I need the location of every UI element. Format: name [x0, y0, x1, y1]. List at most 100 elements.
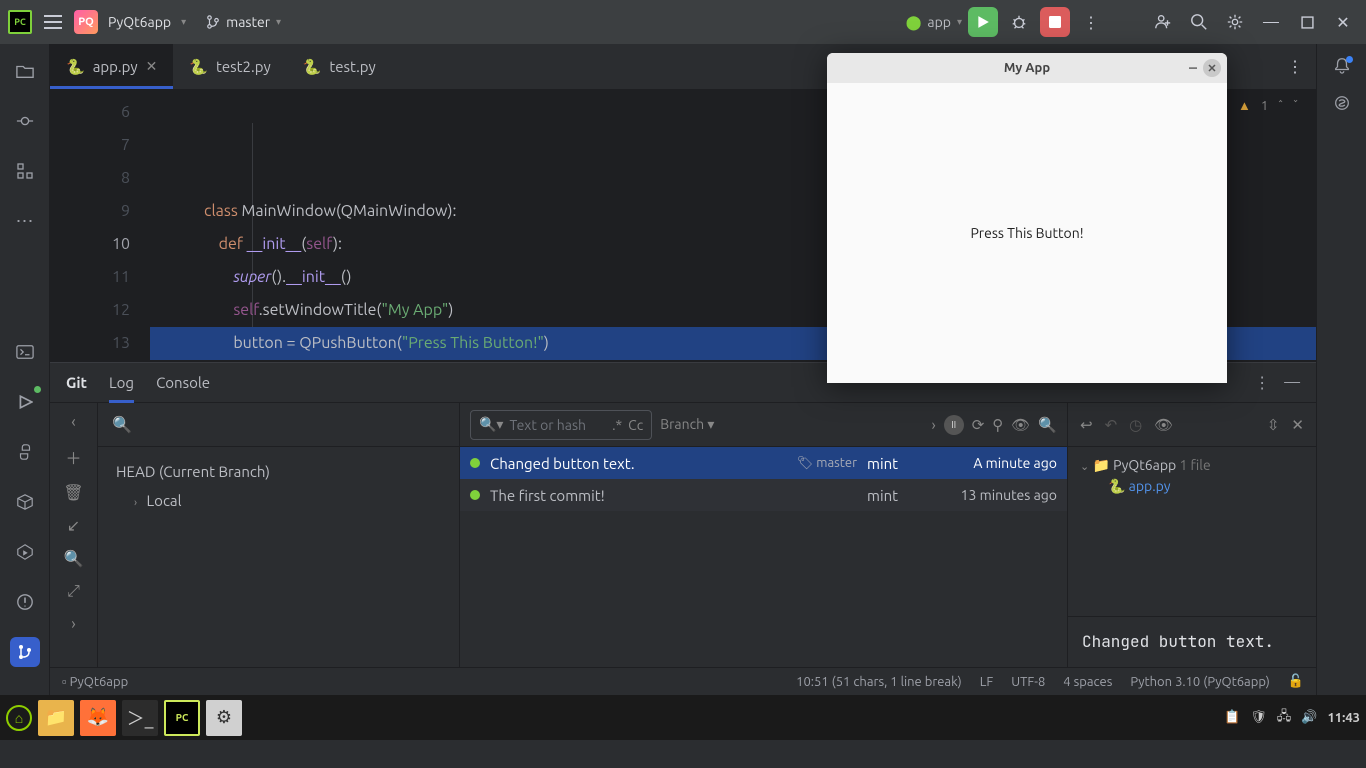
run-button[interactable] — [968, 7, 998, 37]
commit-list: Changed button text.🏷 mastermintA minute… — [460, 447, 1067, 667]
git-tab-console[interactable]: Console — [156, 363, 210, 402]
stop-button[interactable] — [1040, 7, 1070, 37]
code-with-me-button[interactable] — [1148, 7, 1178, 37]
project-name[interactable]: PyQt6app — [108, 14, 171, 30]
regex-toggle[interactable]: .* — [612, 417, 622, 433]
go-to-icon[interactable]: › — [931, 416, 935, 433]
python-file-icon: 🐍 — [303, 58, 322, 76]
notifications-icon[interactable] — [1333, 56, 1351, 74]
settings-app-icon[interactable]: ⚙ — [206, 700, 242, 736]
window-maximize-button[interactable] — [1292, 7, 1322, 37]
find-commit-icon[interactable]: 🔍 — [1038, 416, 1057, 434]
vcs-branch-widget[interactable]: master ▾ — [206, 14, 281, 30]
fetch-icon[interactable]: ↙ — [67, 516, 80, 535]
find-icon[interactable]: 🔍 — [64, 549, 84, 568]
tray-volume-icon[interactable]: 🔊 — [1301, 710, 1317, 725]
editor-tab-app[interactable]: 🐍 app.py ✕ — [50, 44, 173, 89]
status-project[interactable]: ▫ PyQt6app — [62, 674, 128, 689]
pycharm-app-icon[interactable]: PC — [164, 700, 200, 736]
commit-node-icon — [470, 490, 480, 500]
run-tool-icon[interactable] — [10, 387, 40, 417]
git-tab-log[interactable]: Log — [109, 363, 134, 402]
commit-tool-icon[interactable] — [10, 106, 40, 136]
expand-icon[interactable]: ⤢ — [67, 582, 80, 601]
problems-tool-icon[interactable] — [10, 587, 40, 617]
preview-icon[interactable]: 👁 — [1154, 416, 1173, 434]
commit-search-input[interactable]: 🔍▾ Text or hash .* Cc — [470, 410, 652, 440]
run-config-selector[interactable]: ⬤ app ▾ — [906, 14, 962, 31]
status-eol[interactable]: LF — [980, 675, 993, 689]
status-interpreter[interactable]: Python 3.10 (PyQt6app) — [1130, 675, 1269, 689]
debug-button[interactable] — [1004, 7, 1034, 37]
git-options-icon[interactable]: ⋮ — [1254, 373, 1270, 392]
revert-icon[interactable]: ↪ — [1080, 416, 1093, 434]
app-window-titlebar[interactable]: My App – ✕ — [827, 53, 1227, 83]
editor-tab-test2[interactable]: 🐍 test2.py — [173, 44, 286, 89]
changed-file[interactable]: 🐍 app.py — [1080, 474, 1304, 499]
more-actions-button[interactable]: ⋮ — [1076, 7, 1106, 37]
next-highlight-icon[interactable]: ˇ — [1293, 99, 1298, 113]
commit-row[interactable]: Changed button text.🏷 mastermintA minute… — [460, 447, 1067, 479]
git-tab-git[interactable]: Git — [66, 363, 87, 402]
tray-shield-icon[interactable]: 🛡 — [1250, 710, 1267, 725]
eye-icon[interactable]: 👁 — [1011, 416, 1030, 434]
status-indent[interactable]: 4 spaces — [1063, 675, 1112, 689]
running-app-window[interactable]: My App – ✕ Press This Button! — [827, 53, 1227, 383]
tray-network-icon[interactable]: 🖧 — [1277, 707, 1292, 729]
history-icon[interactable]: ◷ — [1129, 416, 1142, 434]
terminal-tool-icon[interactable] — [10, 337, 40, 367]
branch-local[interactable]: › Local — [112, 486, 445, 515]
window-close-button[interactable]: ✕ — [1328, 7, 1358, 37]
editor-tab-test[interactable]: 🐍 test.py — [287, 44, 392, 89]
refresh-icon[interactable]: ⟳ — [972, 416, 985, 434]
settings-button[interactable] — [1220, 7, 1250, 37]
terminal-app-icon[interactable]: ＞_ — [122, 700, 158, 736]
files-app-icon[interactable]: 📁 — [38, 700, 74, 736]
more-tools-icon[interactable]: ⋯ — [10, 206, 40, 236]
tab-actions-button[interactable]: ⋮ — [1280, 52, 1310, 82]
tray-clock[interactable]: 11:43 — [1327, 711, 1360, 725]
search-icon[interactable]: 🔍 — [112, 415, 132, 434]
app-window-close-icon[interactable]: ✕ — [1203, 59, 1221, 77]
start-menu-icon[interactable]: ⌂ — [6, 705, 32, 731]
forward-icon[interactable]: › — [71, 615, 76, 633]
close-tab-button[interactable]: ✕ — [146, 58, 158, 75]
git-tool-icon[interactable] — [10, 637, 40, 667]
inspections-widget[interactable]: ▲ 1 ˆ ˇ — [1238, 98, 1298, 113]
app-window-body: Press This Button! — [827, 83, 1227, 383]
commit-row[interactable]: The first commit!mint13 minutes ago — [460, 479, 1067, 511]
structure-tool-icon[interactable] — [10, 156, 40, 186]
undo-icon[interactable]: ↶ — [1105, 416, 1118, 434]
app-push-button[interactable]: Press This Button! — [970, 225, 1083, 241]
warning-count: 1 — [1261, 99, 1268, 113]
packages-tool-icon[interactable] — [10, 487, 40, 517]
branch-tag: 🏷 master — [797, 456, 857, 471]
prev-highlight-icon[interactable]: ˆ — [1278, 99, 1283, 113]
app-window-minimize-icon[interactable]: – — [1189, 59, 1197, 77]
branch-filter[interactable]: Branch ▾ — [660, 416, 714, 433]
back-icon[interactable]: ‹ — [71, 413, 76, 431]
app-window-title: My App — [1004, 61, 1050, 75]
project-tool-icon[interactable] — [10, 56, 40, 86]
delete-icon[interactable]: 🗑 — [63, 483, 83, 502]
new-branch-icon[interactable]: ＋ — [65, 445, 81, 469]
lock-icon[interactable]: 🔓 — [1288, 674, 1304, 689]
git-hide-icon[interactable]: — — [1284, 373, 1300, 392]
ai-assistant-icon[interactable] — [1333, 94, 1351, 112]
pause-icon[interactable]: II — [944, 415, 964, 435]
search-everywhere-button[interactable] — [1184, 7, 1214, 37]
status-position[interactable]: 10:51 (51 chars, 1 line break) — [796, 675, 962, 689]
python-console-tool-icon[interactable] — [10, 437, 40, 467]
main-menu-button[interactable] — [38, 7, 68, 37]
window-minimize-button[interactable]: — — [1256, 7, 1286, 37]
firefox-app-icon[interactable]: 🦊 — [80, 700, 116, 736]
match-case-toggle[interactable]: Cc — [628, 417, 643, 433]
changed-files-root[interactable]: ⌄ 📁 PyQt6app 1 file — [1080, 457, 1304, 474]
services-tool-icon[interactable] — [10, 537, 40, 567]
tray-clipboard-icon[interactable]: 📋 — [1224, 710, 1240, 725]
close-details-icon[interactable]: ✕ — [1291, 416, 1304, 434]
status-encoding[interactable]: UTF-8 — [1011, 675, 1045, 689]
cherry-pick-icon[interactable]: ⚲ — [992, 416, 1003, 434]
expand-collapse-icon[interactable]: ⇳ — [1267, 416, 1280, 434]
branch-head[interactable]: HEAD (Current Branch) — [112, 457, 445, 486]
